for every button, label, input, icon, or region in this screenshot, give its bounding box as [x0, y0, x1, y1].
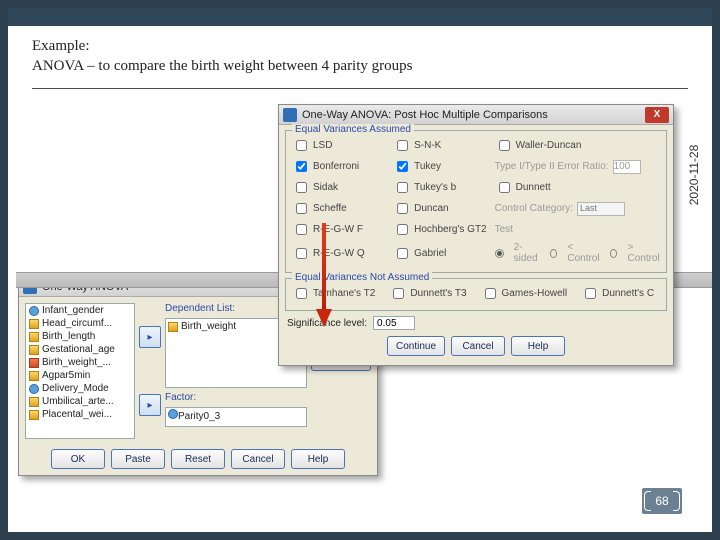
gt-control-radio[interactable]: [610, 249, 618, 258]
control-category-control: Control Category: Last: [495, 202, 660, 216]
move-to-dependent-button[interactable]: ▸: [139, 326, 161, 348]
list-item: Umbilical_arte...: [26, 395, 134, 408]
list-item: Head_circumf...: [26, 317, 134, 330]
test-group-label: Test: [495, 224, 660, 235]
close-icon[interactable]: X: [645, 107, 669, 123]
error-ratio-control: Type I/Type II Error Ratio: 100: [495, 160, 660, 174]
posthoc-title: One-Way ANOVA: Post Hoc Multiple Compari…: [302, 109, 548, 121]
list-item: Agpar5min: [26, 369, 134, 382]
page-number: 68: [655, 494, 668, 508]
list-item: Parity0_3: [168, 409, 304, 422]
lsd-checkbox[interactable]: LSD: [292, 137, 385, 154]
sidak-checkbox[interactable]: Sidak: [292, 179, 385, 196]
significance-level-row: Significance level:: [287, 316, 665, 330]
bonferroni-checkbox[interactable]: Bonferroni: [292, 158, 385, 175]
duncan-checkbox[interactable]: Duncan: [393, 200, 487, 217]
title-line1: Example:: [32, 36, 688, 56]
factor-box[interactable]: Parity0_3: [165, 407, 307, 427]
anova-button-row: OK Paste Reset Cancel Help: [19, 445, 377, 475]
significance-level-label: Significance level:: [287, 318, 367, 329]
tukey-checkbox[interactable]: Tukey: [393, 158, 487, 175]
app-icon: [283, 108, 297, 122]
lt-control-radio[interactable]: [550, 249, 558, 258]
regw-f-checkbox[interactable]: R-E-G-W F: [292, 221, 385, 238]
hochberg-checkbox[interactable]: Hochberg's GT2: [393, 221, 487, 238]
waller-duncan-checkbox[interactable]: Waller-Duncan: [495, 137, 660, 154]
variable-list[interactable]: Infant_gender Head_circumf... Birth_leng…: [25, 303, 135, 439]
tamhane-checkbox[interactable]: Tamhane's T2: [292, 285, 375, 302]
dunnett-checkbox[interactable]: Dunnett: [495, 179, 660, 196]
equal-variances-legend: Equal Variances Assumed: [292, 124, 414, 135]
control-category-label: Control Category:: [495, 203, 573, 214]
tukeys-b-checkbox[interactable]: Tukey's b: [393, 179, 487, 196]
equal-variances-group: Equal Variances Assumed LSD S-N-K Waller…: [285, 130, 667, 273]
header-accent-bar: [8, 8, 712, 26]
title-line2: ANOVA – to compare the birth weight betw…: [32, 56, 688, 76]
slide-date: 2020-11-28: [687, 135, 701, 215]
continue-button[interactable]: Continue: [387, 336, 445, 356]
anova-help-button[interactable]: Help: [291, 449, 345, 469]
cancel-button[interactable]: Cancel: [451, 336, 505, 356]
unequal-variances-legend: Equal Variances Not Assumed: [292, 272, 432, 283]
snk-checkbox[interactable]: S-N-K: [393, 137, 487, 154]
list-item: Delivery_Mode: [26, 382, 134, 395]
scheffe-checkbox[interactable]: Scheffe: [292, 200, 385, 217]
help-button[interactable]: Help: [511, 336, 565, 356]
posthoc-titlebar[interactable]: One-Way ANOVA: Post Hoc Multiple Compari…: [279, 105, 673, 125]
unequal-variances-group: Equal Variances Not Assumed Tamhane's T2…: [285, 278, 667, 311]
gabriel-checkbox[interactable]: Gabriel: [393, 245, 487, 262]
paste-button[interactable]: Paste: [111, 449, 165, 469]
regw-q-checkbox[interactable]: R-E-G-W Q: [292, 245, 385, 262]
factor-label: Factor:: [165, 392, 307, 403]
list-item: Infant_gender: [26, 304, 134, 317]
test-radio-group[interactable]: 2-sided < Control > Control: [495, 242, 660, 264]
slide-title: Example: ANOVA – to compare the birth we…: [32, 36, 688, 77]
anova-cancel-button[interactable]: Cancel: [231, 449, 285, 469]
move-to-factor-button[interactable]: ▸: [139, 394, 161, 416]
posthoc-dialog: One-Way ANOVA: Post Hoc Multiple Compari…: [278, 104, 674, 366]
posthoc-button-row: Continue Cancel Help: [279, 330, 673, 364]
error-ratio-label: Type I/Type II Error Ratio:: [495, 161, 609, 172]
error-ratio-input[interactable]: 100: [613, 160, 641, 174]
two-sided-radio[interactable]: [495, 249, 504, 258]
dunnett-t3-checkbox[interactable]: Dunnett's T3: [389, 285, 466, 302]
page-number-badge: 68: [642, 488, 682, 514]
list-item: Birth_length: [26, 330, 134, 343]
significance-level-input[interactable]: [373, 316, 415, 330]
ok-button[interactable]: OK: [51, 449, 105, 469]
list-item: Birth_weight_...: [26, 356, 134, 369]
header-rule: [32, 88, 688, 89]
list-item: Gestational_age: [26, 343, 134, 356]
games-howell-checkbox[interactable]: Games-Howell: [481, 285, 568, 302]
control-category-select[interactable]: Last: [577, 202, 625, 216]
reset-button[interactable]: Reset: [171, 449, 225, 469]
dunnett-c-checkbox[interactable]: Dunnett's C: [581, 285, 654, 302]
slide-canvas: Example: ANOVA – to compare the birth we…: [8, 8, 712, 532]
list-item: Placental_wei...: [26, 408, 134, 421]
